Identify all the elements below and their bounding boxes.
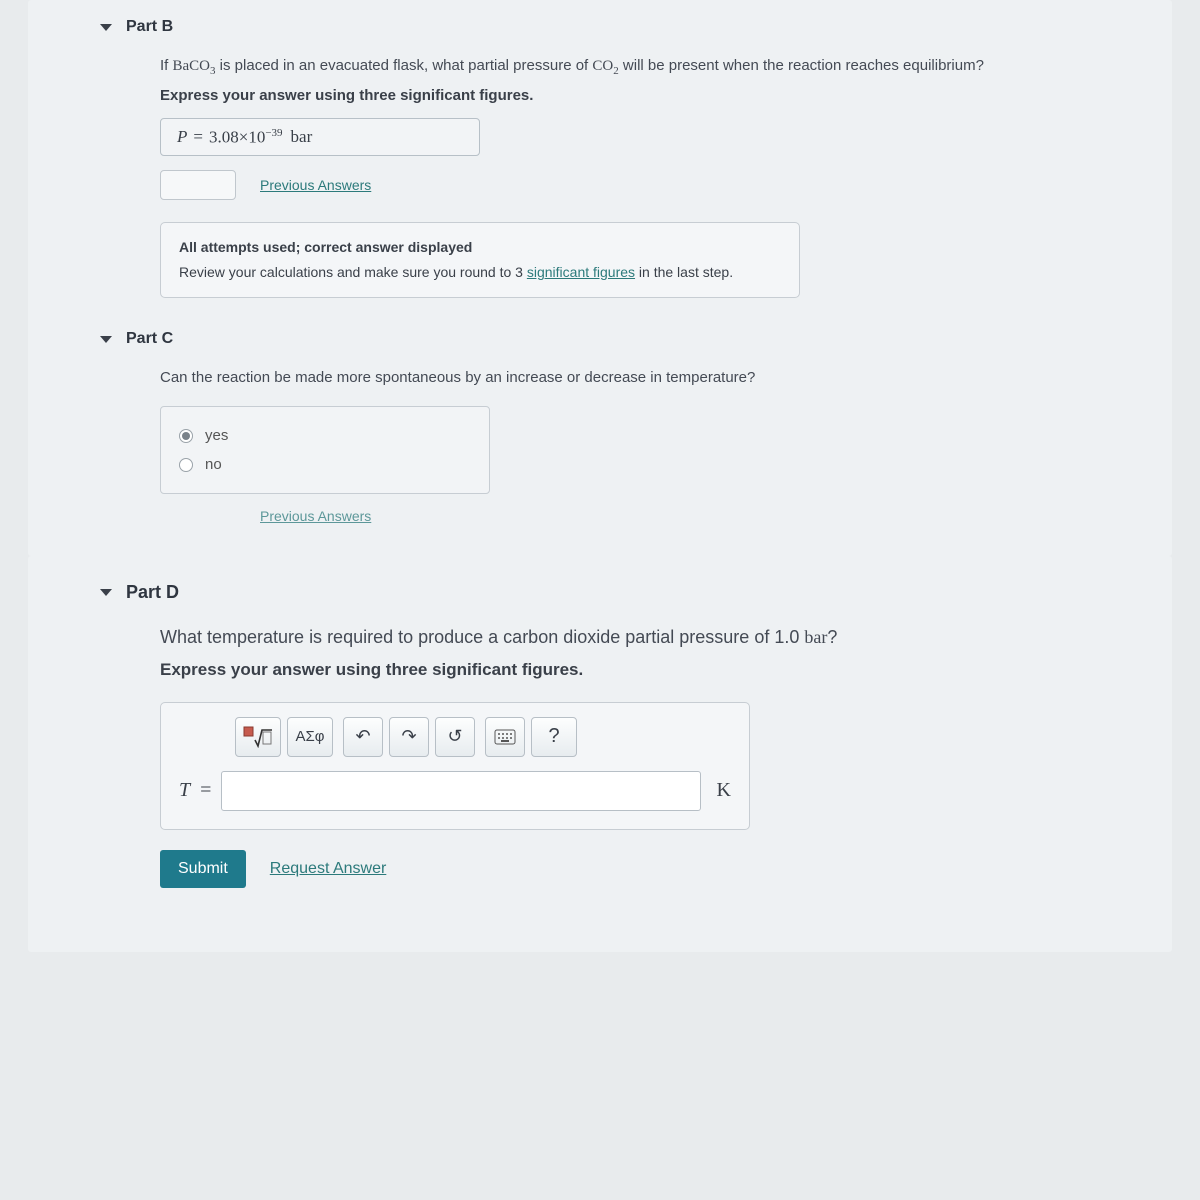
- chevron-down-icon: [100, 589, 112, 596]
- part-b-answer-display: P = 3.08×10−39 bar: [160, 118, 480, 157]
- equation-editor: ΑΣφ ↶ ↷ ↺: [160, 702, 750, 830]
- significant-figures-link[interactable]: significant figures: [527, 264, 635, 280]
- radio-icon: [179, 429, 193, 443]
- part-b-feedback: All attempts used; correct answer displa…: [160, 222, 800, 298]
- radio-icon: [179, 458, 193, 472]
- part-b-header[interactable]: Part B: [28, 10, 1172, 54]
- part-b-answer-value: 3.08×10−39: [209, 127, 283, 148]
- undo-icon: ↶: [355, 726, 370, 747]
- redo-button[interactable]: ↷: [389, 717, 429, 757]
- option-yes[interactable]: yes: [179, 421, 471, 450]
- part-b-instruction: Express your answer using three signific…: [160, 87, 1172, 104]
- chevron-down-icon: [100, 24, 112, 31]
- part-d-header[interactable]: Part D: [28, 574, 1172, 621]
- option-yes-label: yes: [205, 427, 228, 444]
- part-d-title: Part D: [126, 582, 179, 603]
- part-b-disabled-button: [160, 170, 236, 200]
- part-d-unit: K: [717, 779, 731, 802]
- greek-symbols-button[interactable]: ΑΣφ: [287, 717, 333, 757]
- part-d-variable: T: [179, 779, 190, 802]
- sqrt-icon: [243, 726, 273, 748]
- part-d-section: Part D What temperature is required to p…: [28, 556, 1172, 951]
- part-b-body: If BaCO3 is placed in an evacuated flask…: [28, 54, 1172, 322]
- part-c-question: Can the reaction be made more spontaneou…: [160, 366, 1172, 390]
- part-b-feedback-text: Review your calculations and make sure y…: [179, 262, 781, 283]
- keyboard-icon: [494, 729, 516, 745]
- part-b-previous-answers-link[interactable]: Previous Answers: [260, 177, 371, 193]
- part-d-question: What temperature is required to produce …: [160, 621, 1172, 653]
- templates-button[interactable]: [235, 717, 281, 757]
- keyboard-button[interactable]: [485, 717, 525, 757]
- part-d-answer-input[interactable]: [221, 771, 700, 811]
- undo-button[interactable]: ↶: [343, 717, 383, 757]
- upper-section: Part B If BaCO3 is placed in an evacuate…: [28, 0, 1172, 556]
- option-no-label: no: [205, 456, 222, 473]
- request-answer-link[interactable]: Request Answer: [270, 860, 387, 878]
- part-c-title: Part C: [126, 330, 173, 348]
- part-b-feedback-title: All attempts used; correct answer displa…: [179, 237, 781, 258]
- equation-toolbar: ΑΣφ ↶ ↷ ↺: [235, 717, 731, 757]
- chevron-down-icon: [100, 336, 112, 343]
- reset-button[interactable]: ↺: [435, 717, 475, 757]
- part-d-instruction: Express your answer using three signific…: [160, 660, 1172, 680]
- part-d-body: What temperature is required to produce …: [28, 621, 1172, 911]
- help-button[interactable]: ?: [531, 717, 577, 757]
- part-b-question: If BaCO3 is placed in an evacuated flask…: [160, 54, 1172, 81]
- part-c-previous-answers-link[interactable]: Previous Answers: [260, 508, 371, 524]
- part-c-header[interactable]: Part C: [28, 322, 1172, 366]
- part-c-body: Can the reaction be made more spontaneou…: [28, 366, 1172, 548]
- submit-button[interactable]: Submit: [160, 850, 246, 888]
- part-c-options: yes no: [160, 406, 490, 494]
- redo-icon: ↷: [401, 726, 416, 747]
- reset-icon: ↺: [447, 726, 462, 747]
- part-b-title: Part B: [126, 18, 173, 36]
- option-no[interactable]: no: [179, 450, 471, 479]
